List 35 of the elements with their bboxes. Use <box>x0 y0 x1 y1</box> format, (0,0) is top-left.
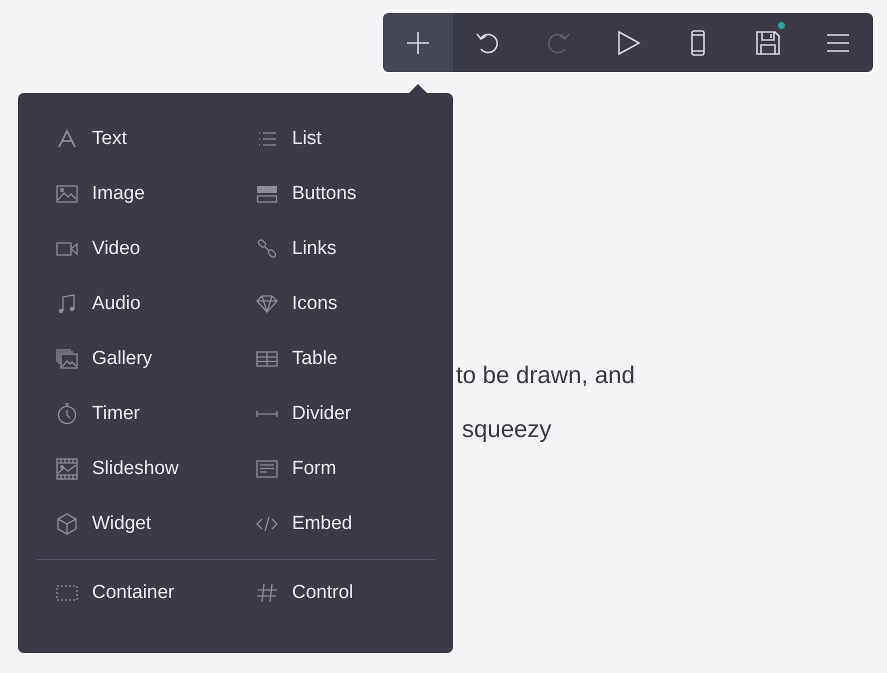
paragraph-text: to be drawn, and <box>456 362 635 389</box>
menu-item[interactable]: Slideshow <box>36 441 236 496</box>
menu-item[interactable]: Table <box>236 331 436 386</box>
cube-icon <box>56 512 78 534</box>
menu-item[interactable]: Buttons <box>236 166 436 221</box>
letter-a-icon <box>56 128 78 150</box>
image-stack-icon <box>56 348 78 370</box>
form-icon <box>256 458 278 480</box>
menu-item[interactable]: Icons <box>236 276 436 331</box>
plus-icon <box>405 30 431 56</box>
menu-item[interactable]: Video <box>36 221 236 276</box>
diamond-icon <box>256 292 278 314</box>
hash-icon <box>256 582 278 604</box>
menu-item[interactable]: Gallery <box>36 331 236 386</box>
save-icon <box>755 30 781 56</box>
paragraph-text: squeezy <box>462 416 552 443</box>
chain-link-icon <box>256 238 278 260</box>
menu-item[interactable]: Divider <box>236 386 436 441</box>
menu-item[interactable]: Timer <box>36 386 236 441</box>
menu-item[interactable]: Audio <box>36 276 236 331</box>
image-icon <box>56 182 78 204</box>
menu-item[interactable]: List <box>236 111 436 166</box>
menu-item[interactable]: Text <box>36 111 236 166</box>
horizontal-rule-icon <box>256 410 278 418</box>
menu-item[interactable]: Form <box>236 441 436 496</box>
stopwatch-icon <box>56 402 78 424</box>
menu-item[interactable]: Control <box>236 565 436 620</box>
add-button[interactable] <box>383 13 453 72</box>
film-image-icon <box>56 458 78 480</box>
menu-item[interactable]: Image <box>36 166 236 221</box>
menu-item[interactable]: Embed <box>236 496 436 551</box>
menu-item[interactable]: Links <box>236 221 436 276</box>
menu-item[interactable]: Container <box>36 565 236 620</box>
menu-item[interactable]: Widget <box>36 496 236 551</box>
play-icon <box>615 30 641 56</box>
